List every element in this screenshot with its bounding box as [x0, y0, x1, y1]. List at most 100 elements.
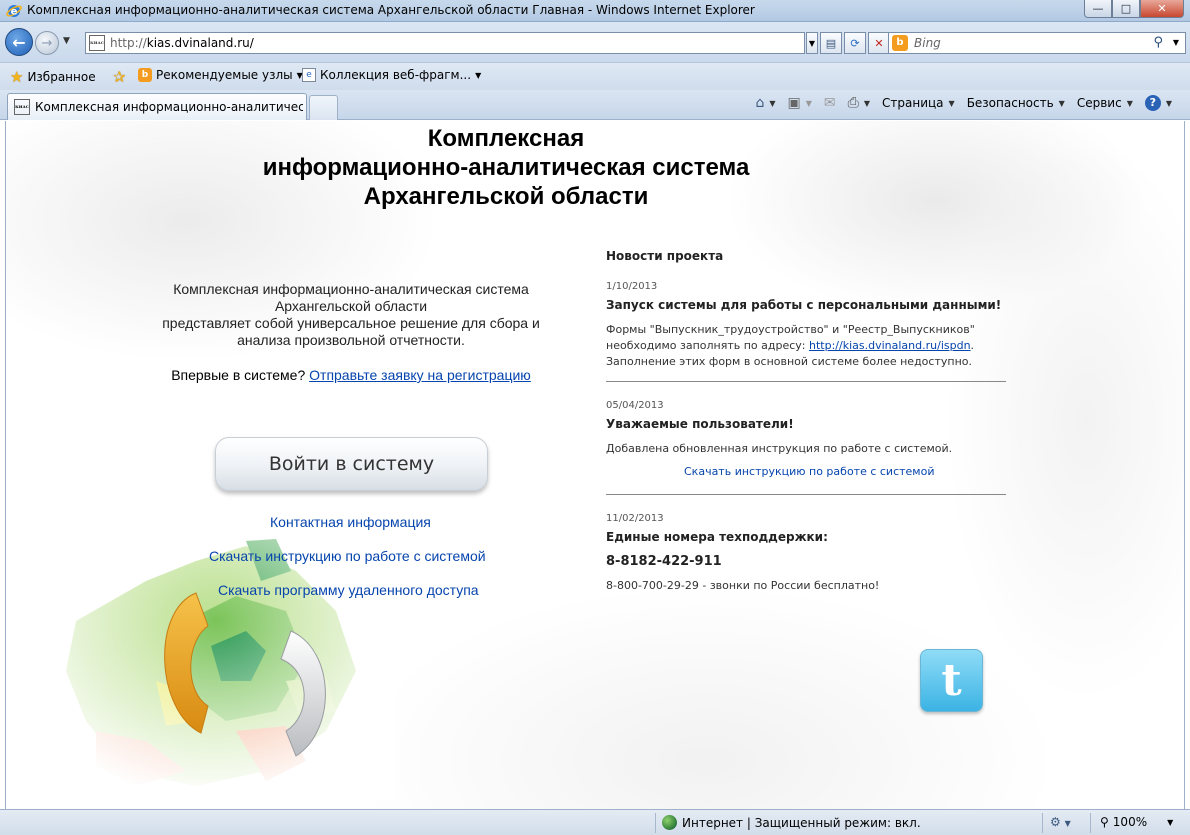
status-divider — [1042, 813, 1043, 833]
page-title-line: Архангельской области — [363, 183, 649, 210]
support-phone: 8-8182-422-911 — [606, 554, 722, 569]
status-divider — [655, 813, 656, 833]
register-link[interactable]: Отправьте заявку на регистрацию — [309, 367, 531, 383]
intro-line: анализа произвольной отчетности. — [237, 332, 465, 348]
read-mail-button[interactable]: ✉ — [824, 95, 836, 111]
news-date: 1/10/2013 — [606, 281, 658, 292]
address-dropdown-button[interactable]: ▼ — [806, 32, 818, 54]
favorites-label: Избранное — [27, 70, 96, 84]
compatibility-view-icon[interactable]: ▤ — [820, 32, 842, 54]
maximize-button[interactable]: □ — [1112, 0, 1140, 18]
forward-button[interactable]: → — [35, 31, 59, 55]
twitter-icon[interactable]: t — [920, 649, 983, 712]
search-icon[interactable]: ⚲ — [1153, 35, 1163, 50]
news-item-body: Формы "Выпускник_трудоустройство" и "Рее… — [606, 322, 1006, 370]
feeds-button[interactable]: ▣ ▼ — [788, 95, 812, 111]
intro-text: Комплексная информационно-аналитическая … — [146, 281, 556, 349]
status-divider — [1090, 813, 1091, 833]
zoom-level: 100% — [1112, 815, 1148, 829]
russia-map-illustration — [36, 501, 396, 801]
tab-bar: КИАС Комплексная информационно-аналитиче… — [0, 90, 1190, 120]
tab-active[interactable]: КИАС Комплексная информационно-аналитиче… — [7, 93, 307, 120]
intro-line: представляет собой универсальное решение… — [162, 315, 540, 331]
security-zone[interactable]: Интернет | Защищенный режим: вкл. — [662, 815, 921, 830]
chevron-down-icon: ▼ — [1126, 98, 1133, 108]
tools-menu-label: Сервис — [1076, 96, 1122, 110]
page-title: Комплексная информационно-аналитическая … — [206, 124, 806, 211]
news-body-line: Формы "Выпускник_трудоустройство" и "Рее… — [606, 323, 975, 336]
refresh-icon[interactable]: ⟳ — [844, 32, 866, 54]
news-divider — [606, 494, 1006, 495]
suggested-sites-icon: b — [138, 68, 152, 82]
news-item-title: Единые номера техподдержки: — [606, 530, 828, 544]
web-slice-icon: e — [302, 68, 316, 82]
web-slice-gallery-button[interactable]: e Коллекция веб-фрагм... ▼ — [302, 68, 481, 82]
recent-pages-dropdown[interactable]: ▼ — [63, 36, 70, 46]
registration-prompt: Впервые в системе? Отправьте заявку на р… — [146, 367, 556, 383]
search-placeholder: Bing — [914, 36, 941, 50]
chevron-down-icon: ▼ — [948, 98, 955, 108]
chevron-down-icon: ▼ — [1058, 98, 1065, 108]
navigation-bar: ← → ▼ КИАС http://kias.dvinaland.ru/ ▼ ▤… — [0, 22, 1190, 62]
page-title-line: Комплексная — [427, 125, 585, 152]
news-date: 05/04/2013 — [606, 400, 664, 411]
search-box[interactable]: b Bing ⚲ ▼ — [888, 32, 1186, 54]
minimize-button[interactable]: — — [1084, 0, 1112, 18]
news-body-text: . — [970, 339, 975, 352]
news-download-manual-link[interactable]: Скачать инструкцию по работе с системой — [684, 465, 935, 478]
tools-icon: ⚙ — [1050, 815, 1061, 829]
tools-menu[interactable]: Сервис ▼ — [1077, 96, 1133, 110]
add-favorite-star-icon: ✰ — [113, 68, 126, 86]
news-item-title: Запуск системы для работы с персональным… — [606, 298, 1002, 312]
news-date: 11/02/2013 — [606, 513, 664, 524]
window-titlebar: e Комплексная информационно-аналитическа… — [0, 0, 1190, 22]
forward-arrow-icon: → — [41, 35, 53, 51]
intro-line: Архангельской области — [274, 298, 428, 314]
suggested-sites-button[interactable]: b Рекомендуемые узлы ▼ — [138, 68, 303, 82]
download-manual-link[interactable]: Скачать инструкцию по работе с системой — [209, 548, 486, 564]
chevron-down-icon: ▼ — [475, 70, 482, 80]
new-tab-button[interactable] — [309, 95, 338, 120]
back-button[interactable]: ← — [5, 28, 33, 56]
add-to-favorites-bar-button[interactable]: ✰ — [113, 68, 130, 86]
help-menu[interactable]: ? ▼ — [1144, 95, 1172, 111]
safety-menu[interactable]: Безопасность ▼ — [967, 96, 1065, 110]
page-menu[interactable]: Страница ▼ — [882, 96, 955, 110]
bing-icon: b — [892, 35, 908, 51]
protected-mode-tools[interactable]: ⚙ ▼ — [1050, 815, 1071, 829]
close-button[interactable]: ✕ — [1140, 0, 1184, 18]
tab-favicon: КИАС — [14, 99, 30, 115]
chevron-down-icon: ▼ — [1167, 817, 1174, 827]
intro-line: Комплексная информационно-аналитическая … — [173, 281, 529, 297]
status-bar: Интернет | Защищенный режим: вкл. ⚙ ▼ ⚲ … — [0, 809, 1190, 835]
print-button[interactable]: ⎙ ▼ — [848, 95, 870, 111]
tab-label: Комплексная информационно-аналитическая.… — [35, 100, 303, 114]
stop-icon[interactable]: ✕ — [868, 32, 890, 54]
news-item-body: 8-800-700-29-29 - звонки по России беспл… — [606, 579, 880, 592]
url-text[interactable]: http://kias.dvinaland.ru/ — [110, 36, 254, 50]
chevron-down-icon: ▼ — [769, 98, 776, 108]
login-button[interactable]: Войти в систему — [215, 437, 488, 491]
home-button[interactable]: ⌂ ▼ — [755, 95, 775, 111]
address-bar[interactable]: КИАС http://kias.dvinaland.ru/ — [85, 32, 805, 54]
download-remote-access-link[interactable]: Скачать программу удаленного доступа — [218, 582, 479, 598]
chevron-down-icon: ▼ — [1165, 98, 1172, 108]
chevron-down-icon: ▼ — [1064, 819, 1071, 828]
page-title-line: информационно-аналитическая система — [262, 154, 750, 181]
contact-info-link[interactable]: Контактная информация — [270, 514, 431, 530]
site-favicon: КИАС — [89, 35, 105, 51]
news-body-text: необходимо заполнять по адресу: — [606, 339, 810, 352]
favorites-button[interactable]: ★ Избранное — [10, 68, 96, 86]
rss-icon: ▣ — [787, 95, 801, 111]
first-time-label: Впервые в системе? — [171, 367, 306, 383]
url-host: kias.dvinaland.ru/ — [146, 36, 254, 50]
ispdn-link[interactable]: http://kias.dvinaland.ru/ispdn — [809, 339, 971, 352]
search-options-dropdown[interactable]: ▼ — [1173, 38, 1179, 47]
mail-icon: ✉ — [823, 95, 836, 111]
favorites-bar: ★ Избранное ✰ b Рекомендуемые узлы ▼ e К… — [0, 62, 1190, 90]
internet-explorer-icon: e — [6, 5, 22, 18]
zoom-control[interactable]: ⚲ 100% ▼ — [1100, 815, 1173, 829]
svg-text:e: e — [11, 7, 18, 18]
news-item-body: Добавлена обновленная инструкция по рабо… — [606, 442, 953, 455]
address-bar-buttons: ▼ ▤ ⟳ ✕ — [806, 32, 892, 54]
